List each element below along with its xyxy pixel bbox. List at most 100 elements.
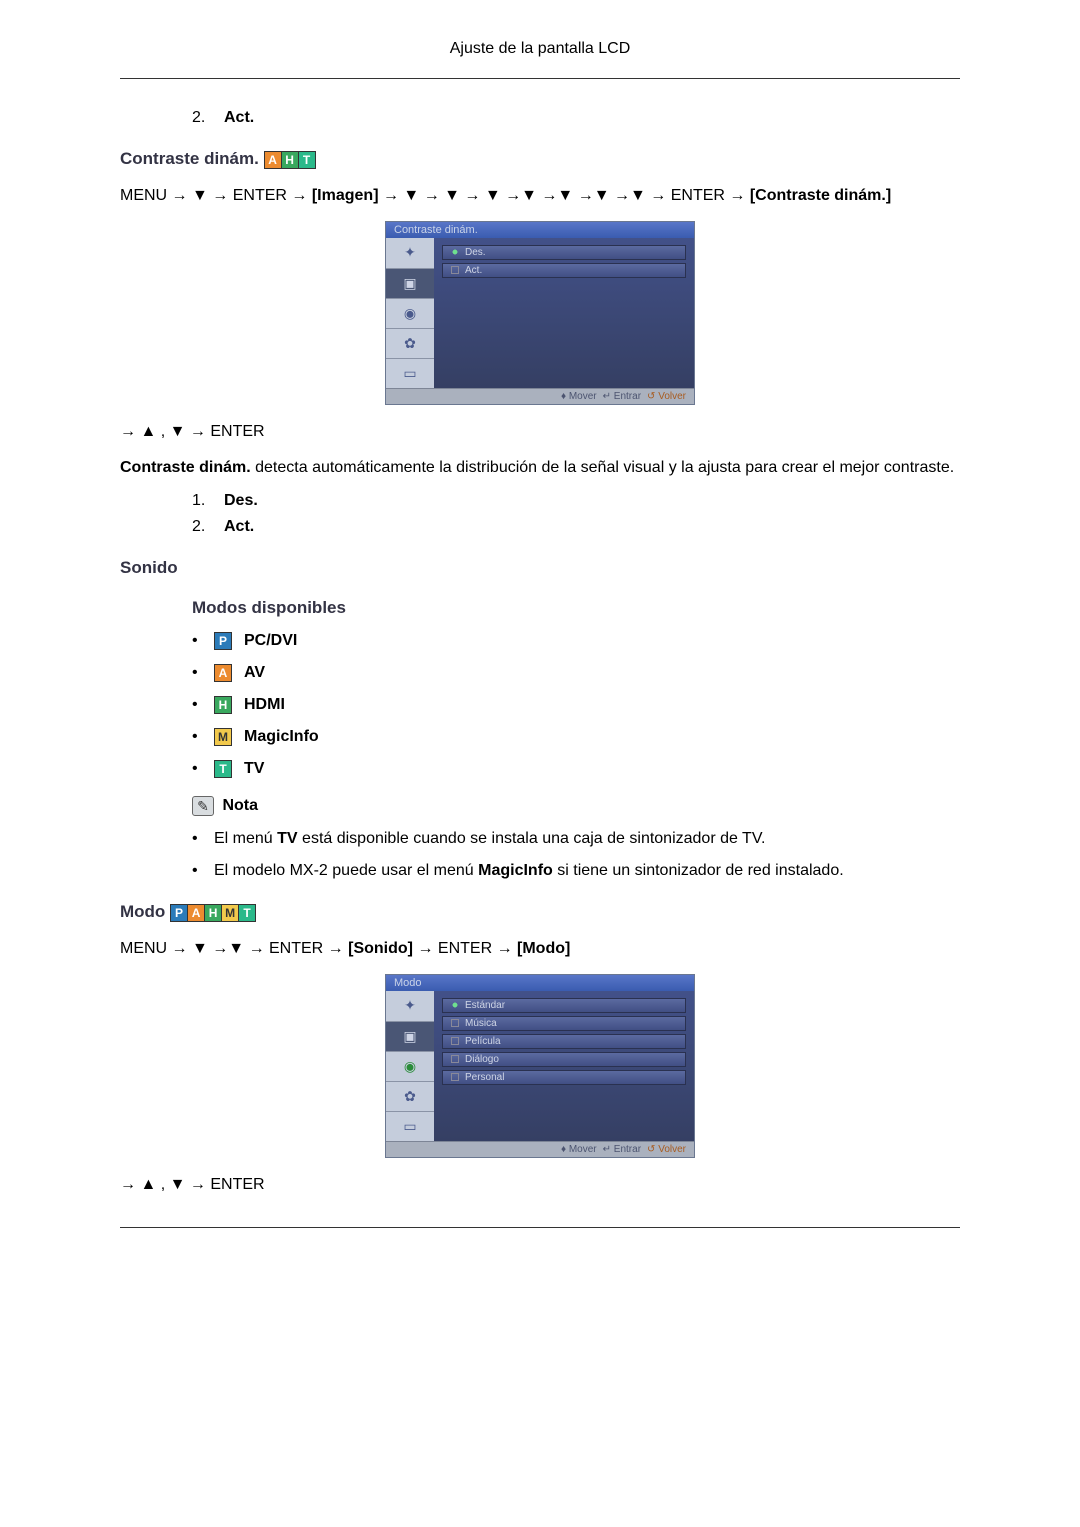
osd-title: Modo	[386, 975, 694, 991]
page: Ajuste de la pantalla LCD 2. Act. Contra…	[0, 0, 1080, 1268]
mode-badge-h: H	[204, 904, 222, 922]
osd-option[interactable]: Diálogo	[442, 1052, 686, 1067]
path-part: → ▼ → ▼ → ▼ →▼ →▼ →▼ →▼ → ENTER →	[379, 187, 750, 204]
osd-body: ✦ ▣ ◉ ✿ ▭ Des. Act.	[386, 238, 694, 388]
mode-badge-m: M	[221, 904, 239, 922]
box-icon	[451, 1055, 459, 1063]
note-icon: ✎	[192, 796, 214, 816]
osd-option-label: Des.	[465, 247, 486, 258]
bullet-icon: •	[192, 664, 202, 682]
enter-hint: ↵ Entrar	[603, 1144, 641, 1155]
osd-option[interactable]: Personal	[442, 1070, 686, 1085]
mode-badge-h: H	[281, 151, 299, 169]
osd-panel-contraste: Contraste dinám. ✦ ▣ ◉ ✿ ▭ Des. Act. ♦ M…	[385, 221, 695, 405]
list-item: 2. Act.	[192, 109, 960, 127]
input-icon: ▭	[386, 358, 434, 388]
bullet-icon: •	[192, 728, 202, 746]
section-title-text: Modo	[120, 902, 165, 921]
list-number: 2.	[192, 518, 210, 536]
move-icon: ♦	[561, 391, 566, 402]
mode-badges-row: PAHMT	[170, 902, 255, 921]
checkmark-icon	[451, 248, 459, 256]
mode-badges-row: AHT	[264, 149, 315, 168]
desc-bold: Contraste dinám.	[120, 459, 251, 476]
return-icon: ↺	[647, 1144, 655, 1155]
mode-badge-p: P	[170, 904, 188, 922]
sub-section-title: Modos disponibles	[192, 598, 960, 618]
osd-body: ✦ ▣ ◉ ✿ ▭ Estándar Música Película Diálo…	[386, 991, 694, 1141]
mode-item: • P PC/DVI	[192, 632, 960, 650]
box-icon	[451, 1073, 459, 1081]
note-text: El modelo MX-2 puede usar el menú MagicI…	[214, 862, 844, 880]
return-icon: ↺	[647, 391, 655, 402]
enter-hint: ↵ Entrar	[603, 391, 641, 402]
osd-option[interactable]: Música	[442, 1016, 686, 1031]
mode-item: • M MagicInfo	[192, 728, 960, 746]
path-part: MENU → ▼ →▼ → ENTER →	[120, 940, 348, 957]
list-item: 1. Des.	[192, 492, 960, 510]
mode-label: HDMI	[244, 696, 285, 714]
section-title-modo: Modo PAHMT	[120, 902, 960, 922]
osd-option[interactable]: Película	[442, 1034, 686, 1049]
path-bold: [Contraste dinám.]	[750, 187, 891, 204]
note-label: Nota	[222, 797, 258, 814]
osd-option[interactable]: Estándar	[442, 998, 686, 1013]
osd-option-label: Música	[465, 1018, 497, 1029]
input-icon: ▭	[386, 1111, 434, 1141]
osd-option-label: Estándar	[465, 1000, 505, 1011]
menu-path: MENU → ▼ → ENTER → [Imagen] → ▼ → ▼ → ▼ …	[120, 183, 960, 209]
gear-icon: ✿	[386, 328, 434, 358]
box-icon	[451, 1037, 459, 1045]
gear-icon: ✿	[386, 1081, 434, 1111]
mode-item: • T TV	[192, 760, 960, 778]
list-label: Act.	[224, 518, 254, 536]
list-label: Act.	[224, 109, 254, 127]
mode-item: • H HDMI	[192, 696, 960, 714]
osd-option[interactable]: Act.	[442, 263, 686, 278]
list-number: 1.	[192, 492, 210, 510]
mode-item: • A AV	[192, 664, 960, 682]
nav-hint: → ▲ , ▼ → ENTER	[120, 1172, 960, 1198]
mode-badge-t: T	[214, 760, 232, 778]
osd-option-label: Película	[465, 1036, 501, 1047]
osd-sidebar: ✦ ▣ ◉ ✿ ▭	[386, 238, 434, 388]
section-title-text: Contraste dinám.	[120, 149, 259, 168]
osd-footer: ♦ Mover ↵ Entrar ↺ Volver	[386, 1141, 694, 1157]
enter-icon: ↵	[603, 1144, 611, 1155]
move-icon: ♦	[561, 1144, 566, 1155]
box-icon	[451, 1019, 459, 1027]
divider-top	[120, 78, 960, 79]
osd-title: Contraste dinám.	[386, 222, 694, 238]
picture-icon: ✦	[386, 991, 434, 1021]
path-part: → ENTER →	[413, 940, 517, 957]
mode-badge-a: A	[187, 904, 205, 922]
section-title-sonido: Sonido	[120, 558, 960, 578]
mode-label: TV	[244, 760, 264, 778]
divider-bottom	[120, 1227, 960, 1228]
path-bold: [Sonido]	[348, 940, 413, 957]
bullet-icon: •	[192, 696, 202, 714]
mode-label: MagicInfo	[244, 728, 319, 746]
section-title-contraste: Contraste dinám. AHT	[120, 149, 960, 169]
osd-main: Des. Act.	[434, 238, 694, 388]
move-hint: ♦ Mover	[561, 1144, 597, 1155]
note-item: • El menú TV está disponible cuando se i…	[192, 830, 960, 848]
mode-badge-p: P	[214, 632, 232, 650]
picture-icon: ✦	[386, 238, 434, 268]
sound-icon: ▣	[386, 1021, 434, 1051]
mode-label: AV	[244, 664, 265, 682]
bullet-icon: •	[192, 862, 202, 880]
osd-option[interactable]: Des.	[442, 245, 686, 260]
page-header-title: Ajuste de la pantalla LCD	[120, 40, 960, 58]
osd-option-label: Personal	[465, 1072, 504, 1083]
move-hint: ♦ Mover	[561, 391, 597, 402]
list-item: 2. Act.	[192, 518, 960, 536]
path-part: MENU → ▼ → ENTER →	[120, 187, 312, 204]
nav-hint: → ▲ , ▼ → ENTER	[120, 419, 960, 445]
ordered-list: 1. Des. 2. Act.	[192, 492, 960, 536]
note-text: El menú TV está disponible cuando se ins…	[214, 830, 765, 848]
note-item: • El modelo MX-2 puede usar el menú Magi…	[192, 862, 960, 880]
checkmark-icon	[451, 1001, 459, 1009]
path-bold: [Imagen]	[312, 187, 379, 204]
mode-badge-t: T	[238, 904, 256, 922]
